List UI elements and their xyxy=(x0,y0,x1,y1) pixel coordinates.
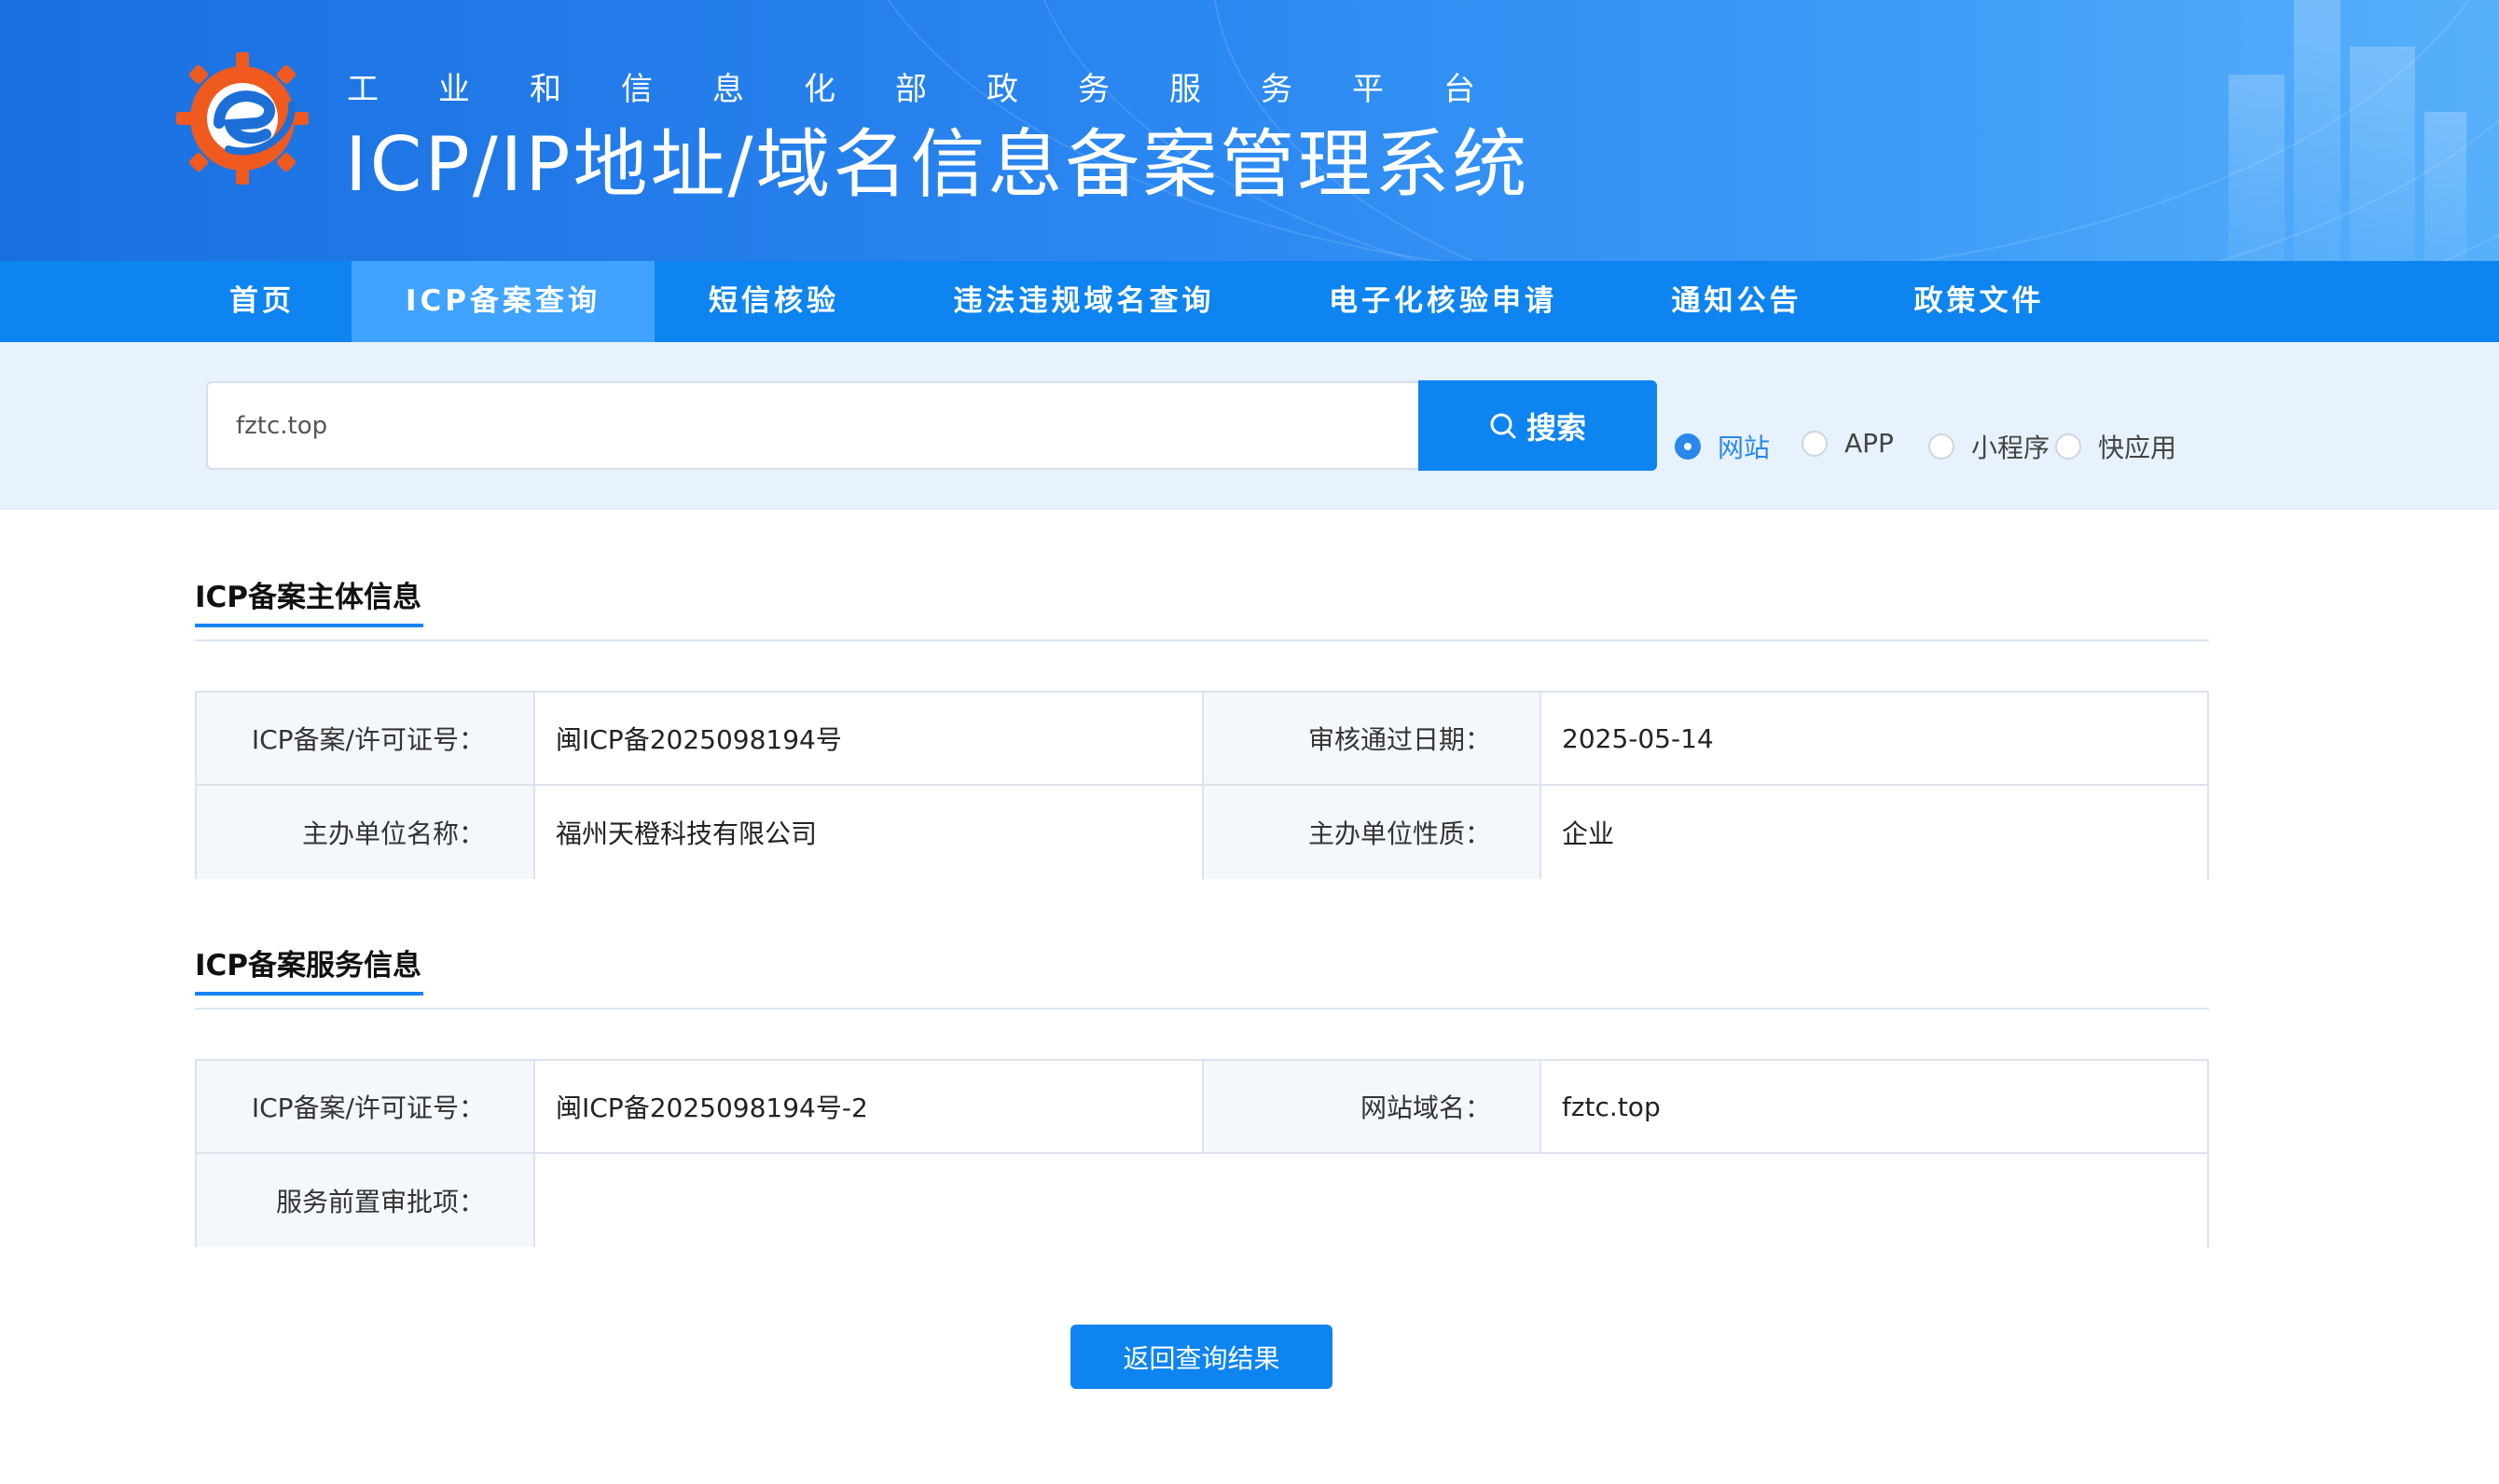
domain-value: fztc.top xyxy=(1539,1061,2207,1152)
radio-quick-app[interactable]: 快应用 xyxy=(2055,428,2176,465)
section-divider xyxy=(195,639,2209,641)
service-license-label: ICP备案/许可证号： xyxy=(197,1061,533,1152)
radio-website[interactable]: 网站 xyxy=(1675,428,1770,465)
radio-dot xyxy=(1675,433,1701,460)
nav-item-policies[interactable]: 政策文件 xyxy=(1893,261,2065,342)
section-underline xyxy=(195,624,423,627)
back-to-results-button[interactable]: 返回查询结果 xyxy=(1070,1325,1332,1389)
nav-item-icp-query[interactable]: ICP备案查询 xyxy=(352,261,655,342)
skyline-decoration xyxy=(2229,75,2285,261)
nav-item-e-verify-apply[interactable]: 电子化核验申请 xyxy=(1305,261,1581,342)
approve-date-label: 审核通过日期： xyxy=(1202,693,1539,784)
license-label: ICP备案/许可证号： xyxy=(197,693,533,784)
radio-dot xyxy=(1928,433,1954,460)
search-button[interactable]: 搜索 xyxy=(1418,380,1657,471)
section-title-service: ICP备案服务信息 xyxy=(195,949,422,982)
skyline-decoration xyxy=(2424,112,2466,261)
nav-item-home[interactable]: 首页 xyxy=(201,261,323,342)
org-type-label: 主办单位性质： xyxy=(1202,786,1539,879)
search-input[interactable] xyxy=(206,381,1419,470)
table-row: ICP备案/许可证号： 闽ICP备2025098194号-2 网站域名： fzt… xyxy=(197,1061,2207,1154)
search-icon xyxy=(1490,413,1516,438)
domain-label: 网站域名： xyxy=(1202,1061,1539,1152)
section-divider xyxy=(195,1008,2209,1010)
pre-approval-value xyxy=(533,1154,2207,1247)
main-nav: 首页 ICP备案查询 短信核验 违法违规域名查询 电子化核验申请 通知公告 政策… xyxy=(0,261,2499,342)
radio-label: 网站 xyxy=(1718,433,1771,463)
org-type-value: 企业 xyxy=(1539,786,2207,879)
pre-approval-label: 服务前置审批项： xyxy=(197,1154,533,1247)
header-banner: 工业和信息化部政务服务平台 ICP/IP地址/域名信息备案管理系统 xyxy=(0,0,2499,261)
nav-item-notices[interactable]: 通知公告 xyxy=(1650,261,1823,342)
radio-mini-program[interactable]: 小程序 xyxy=(1928,428,2050,465)
license-value: 闽ICP备2025098194号 xyxy=(533,693,1202,784)
service-info-table: ICP备案/许可证号： 闽ICP备2025098194号-2 网站域名： fzt… xyxy=(195,1059,2209,1247)
platform-subtitle: 工业和信息化部政务服务平台 xyxy=(347,71,1535,108)
skyline-decoration xyxy=(2350,47,2415,261)
system-title: ICP/IP地址/域名信息备案管理系统 xyxy=(345,121,1530,208)
miit-logo-icon xyxy=(176,52,309,185)
subject-info-table: ICP备案/许可证号： 闽ICP备2025098194号 审核通过日期： 202… xyxy=(195,691,2209,879)
approve-date-value: 2025-05-14 xyxy=(1539,693,2207,784)
radio-label: 小程序 xyxy=(1971,433,2050,463)
table-row: 主办单位名称： 福州天橙科技有限公司 主办单位性质： 企业 xyxy=(197,786,2207,879)
radio-dot xyxy=(1802,430,1828,457)
table-row: 服务前置审批项： xyxy=(197,1154,2207,1247)
nav-item-sms-verify[interactable]: 短信核验 xyxy=(685,261,863,342)
radio-dot xyxy=(2055,433,2081,460)
radio-app[interactable]: APP xyxy=(1802,428,1894,459)
org-name-value: 福州天橙科技有限公司 xyxy=(533,786,1202,879)
section-underline xyxy=(195,992,423,996)
search-button-label: 搜索 xyxy=(1526,409,1586,446)
search-bar: 搜索 网站 APP 小程序 快应用 xyxy=(0,342,2499,510)
section-title-subject: ICP备案主体信息 xyxy=(195,581,422,614)
org-name-label: 主办单位名称： xyxy=(197,786,533,879)
nav-item-illegal-domain-query[interactable]: 违法违规域名查询 xyxy=(932,261,1236,342)
service-license-value: 闽ICP备2025098194号-2 xyxy=(533,1061,1202,1152)
radio-label: APP xyxy=(1844,428,1894,459)
radio-label: 快应用 xyxy=(2098,433,2177,463)
skyline-decoration xyxy=(2294,0,2340,261)
table-row: ICP备案/许可证号： 闽ICP备2025098194号 审核通过日期： 202… xyxy=(197,693,2207,786)
